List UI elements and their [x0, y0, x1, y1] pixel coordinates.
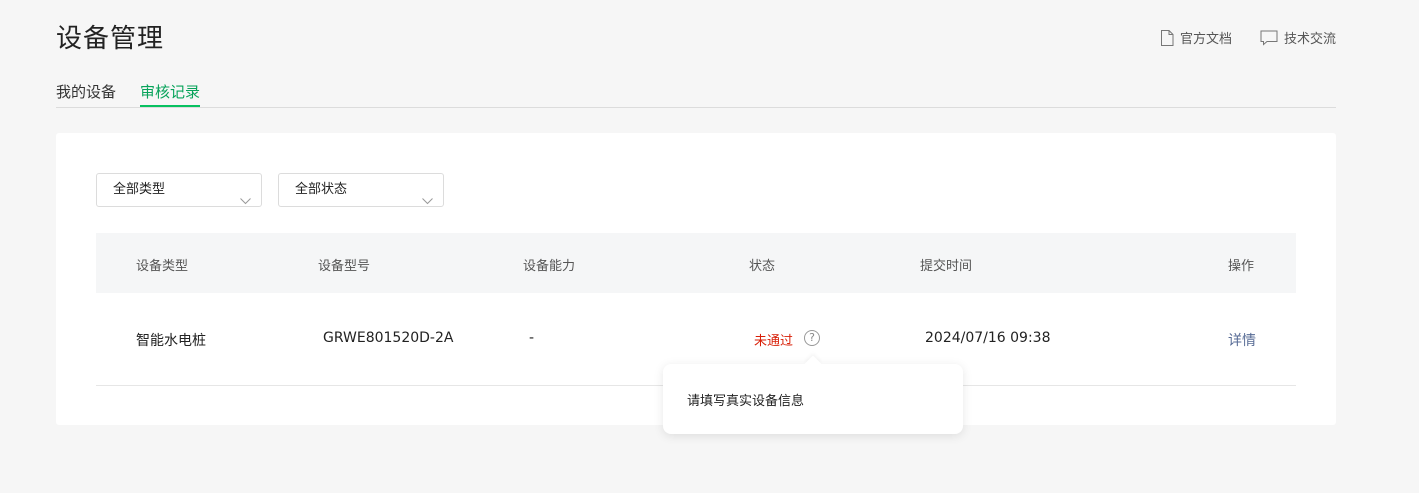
- type-filter-value: 全部类型: [113, 182, 166, 197]
- device-type-cell: 智能水电桩: [136, 333, 206, 349]
- tab-my-devices[interactable]: 我的设备: [56, 78, 116, 107]
- tech-exchange-link[interactable]: 技术交流: [1260, 28, 1336, 47]
- device-model-cell: GRWE801520D-2A: [323, 330, 454, 346]
- status-reason-tooltip: 请填写真实设备信息: [663, 355, 963, 434]
- chevron-down-icon: [422, 186, 433, 218]
- question-icon[interactable]: ?: [804, 330, 820, 346]
- official-docs-label: 官方文档: [1179, 32, 1232, 47]
- tech-exchange-label: 技术交流: [1283, 32, 1336, 47]
- column-header-status: 状态: [749, 259, 776, 274]
- submitted-time-cell: 2024/07/16 09:38: [925, 330, 1051, 346]
- tooltip-text: 请填写真实设备信息: [687, 394, 805, 409]
- status-badge: 未通过: [754, 334, 794, 349]
- column-header-action: 操作: [1228, 259, 1255, 274]
- status-filter-select[interactable]: 全部状态: [278, 173, 444, 207]
- column-header-capability: 设备能力: [523, 259, 576, 274]
- tab-audit-records[interactable]: 审核记录: [140, 78, 201, 107]
- tab-bar: 我的设备 审核记录: [56, 78, 1336, 108]
- document-icon: [1160, 29, 1174, 46]
- column-header-model: 设备型号: [318, 259, 371, 274]
- status-filter-value: 全部状态: [295, 182, 348, 197]
- header-links: 官方文档 技术交流: [1160, 28, 1336, 47]
- chat-icon: [1260, 30, 1278, 46]
- official-docs-link[interactable]: 官方文档: [1160, 28, 1232, 47]
- chevron-down-icon: [240, 186, 251, 218]
- type-filter-select[interactable]: 全部类型: [96, 173, 262, 207]
- detail-link[interactable]: 详情: [1228, 330, 1256, 350]
- column-header-submitted: 提交时间: [920, 259, 973, 274]
- page-title: 设备管理: [56, 24, 165, 54]
- table-header: 设备类型 设备型号 设备能力 状态 提交时间 操作: [96, 233, 1296, 293]
- device-capability-cell: -: [529, 330, 535, 346]
- column-header-type: 设备类型: [136, 259, 189, 274]
